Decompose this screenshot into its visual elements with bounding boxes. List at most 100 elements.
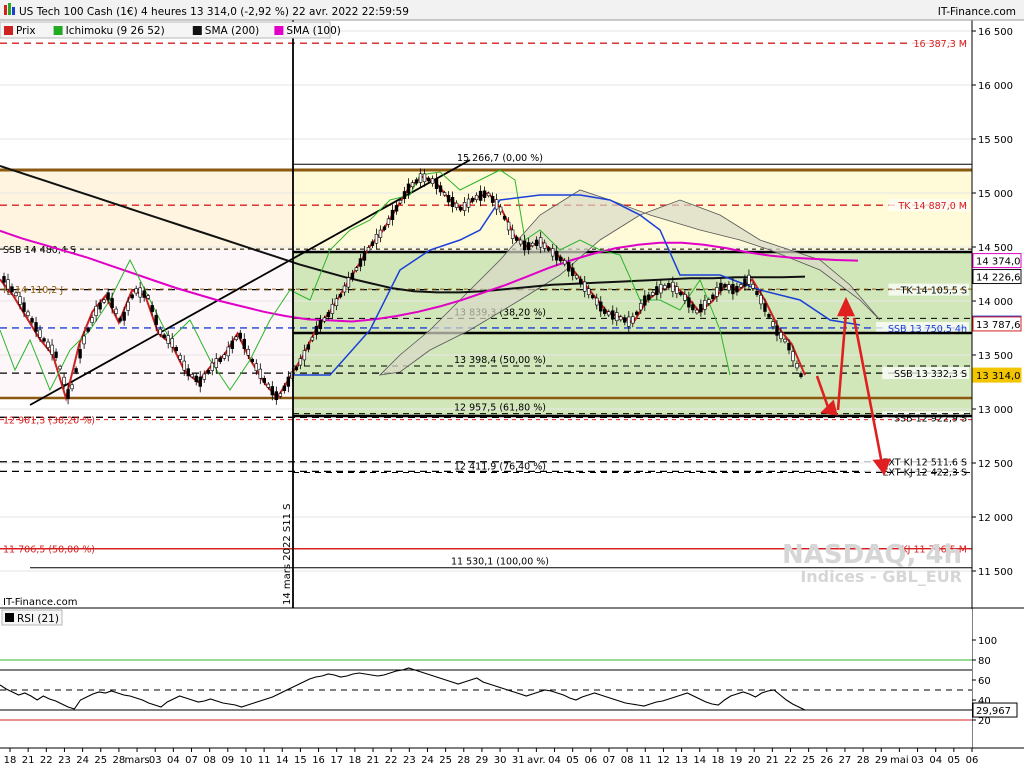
candle-body [747, 274, 751, 285]
candle-body [691, 304, 695, 311]
y-tick-label: 13 500 [978, 351, 1013, 362]
x-tick-label: 08 [621, 755, 634, 766]
candle-body [743, 278, 747, 287]
candle-body [310, 336, 315, 341]
candle-body [478, 190, 483, 201]
x-tick-label: 04 [167, 755, 180, 766]
candle-body [751, 283, 755, 289]
candle-body [66, 389, 70, 399]
x-tick-label: 25 [94, 755, 107, 766]
x-tick-label: 18 [712, 755, 725, 766]
candle-body [22, 302, 26, 312]
chart-svg: 16 387,3 M TK 14 887,0 M TK 14 105,5 S SSB … [0, 0, 1024, 766]
x-tick-label: 22 [784, 755, 797, 766]
candle-body [522, 240, 527, 251]
candle-body [50, 344, 54, 355]
candle-body [210, 362, 214, 371]
candle-body [342, 285, 347, 293]
vertical-marker-label: 14 mars 2022 S11 S [282, 504, 293, 606]
level-label-right: TK 14 105,5 S [900, 286, 967, 297]
brand-link[interactable]: IT-Finance.com [938, 6, 1016, 18]
x-tick-label: 07 [185, 755, 198, 766]
candle-body [619, 316, 623, 321]
candle-body [174, 347, 178, 352]
candle-body [126, 301, 130, 311]
candle-body [322, 317, 327, 322]
candle-body [635, 311, 639, 315]
candle-body [218, 357, 222, 363]
candle-body [30, 318, 34, 323]
rsi-tick-label: 20 [978, 716, 991, 727]
candle-body [579, 278, 583, 285]
level-label-left: 11 706,5 (50,00 %) [3, 545, 95, 556]
candle-body [759, 294, 763, 305]
candle-body [546, 247, 551, 251]
x-tick-label: 13 [675, 755, 688, 766]
candle-body [538, 237, 543, 248]
price-tag-label: 14 226,6 [976, 273, 1021, 284]
candle-body [130, 294, 134, 299]
candle-body [490, 196, 495, 203]
candle-body [414, 179, 419, 184]
candle-body [162, 334, 166, 338]
candle-body [470, 197, 475, 202]
candle-body [206, 370, 210, 374]
candle-body [338, 294, 343, 298]
candle-body [194, 375, 198, 383]
x-tick-label: 16 [312, 755, 325, 766]
x-tick-label: 26 [820, 755, 833, 766]
legend-swatch [192, 26, 202, 35]
candle-body [474, 194, 479, 201]
candle-body [675, 286, 679, 294]
candle-body [286, 376, 291, 387]
candle-body [498, 206, 503, 213]
candle-body [727, 284, 731, 291]
candle-body [294, 366, 299, 371]
candle-body [14, 292, 18, 297]
candle-body [679, 291, 683, 296]
candle-body [779, 332, 783, 340]
candle-body [38, 329, 42, 338]
candle-body [434, 178, 439, 189]
x-tick-label: 20 [748, 755, 761, 766]
candle-body [687, 297, 691, 308]
candle-body [170, 338, 174, 348]
candle-body [410, 182, 415, 188]
fib-label: 13 398,4 (50,00 %) [454, 355, 546, 366]
x-tick-label: 21 [766, 755, 779, 766]
legend-swatch [274, 26, 284, 35]
candle-body [118, 317, 122, 322]
candle-body [250, 358, 255, 363]
y-tick-label: 15 500 [978, 135, 1013, 146]
candle-body [266, 383, 271, 388]
y-tick-label: 15 000 [978, 189, 1013, 200]
candle-body [82, 335, 86, 345]
candle-body [450, 197, 455, 207]
candle-body [771, 321, 775, 327]
candle-body [70, 384, 74, 390]
candle-body [554, 250, 559, 261]
candle-body [795, 363, 799, 369]
candle-body [775, 325, 779, 336]
rsi-tick-label: 80 [978, 656, 991, 667]
legend-swatch [53, 26, 63, 35]
candle-body [699, 304, 703, 313]
x-tick-label: mai [890, 755, 909, 766]
x-tick-label: 24 [76, 755, 89, 766]
candle-body [530, 242, 535, 247]
candle-body [94, 305, 98, 317]
candle-body [214, 358, 218, 368]
price-tag-label: 13 787,6 [976, 320, 1021, 331]
x-tick-label: 11 [258, 755, 271, 766]
rsi-label: RSI (21) [17, 613, 59, 625]
candle-body [242, 338, 246, 350]
x-tick-label: 14 [693, 755, 706, 766]
candle-body [86, 328, 90, 332]
candle-body [262, 377, 267, 383]
candle-body [719, 282, 723, 291]
candle-body [154, 315, 158, 326]
candle-body [330, 303, 335, 314]
candle-body [683, 294, 687, 301]
candle-body [534, 239, 539, 247]
x-tick-label: 15 [294, 755, 307, 766]
